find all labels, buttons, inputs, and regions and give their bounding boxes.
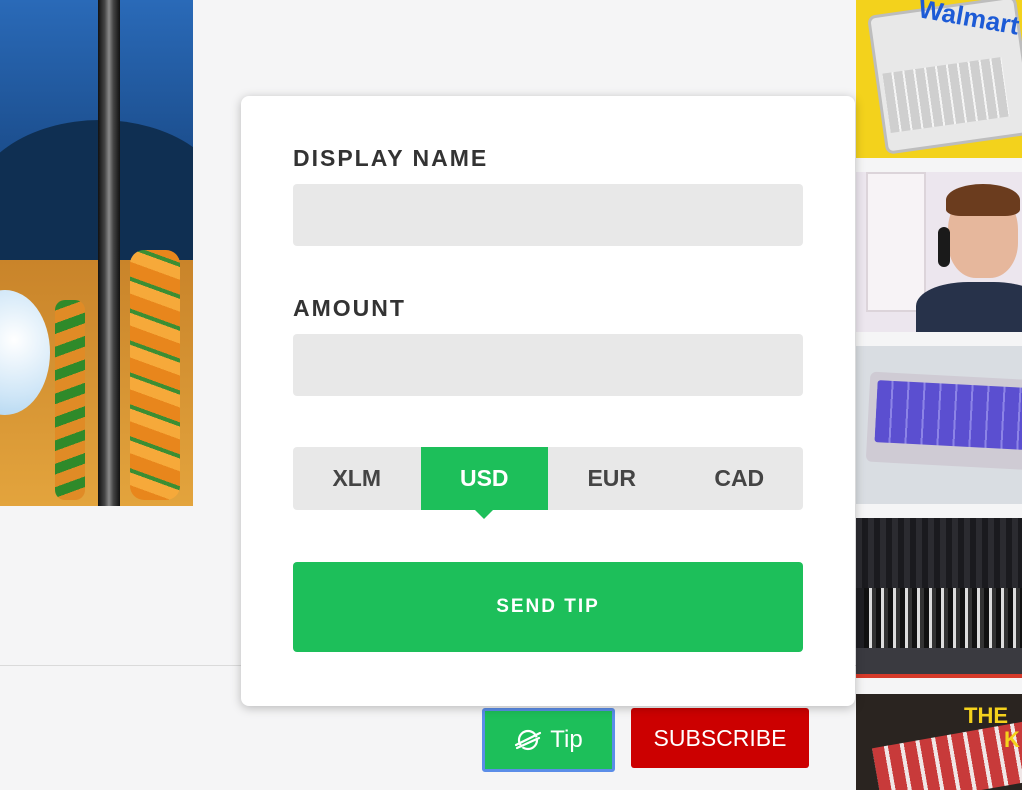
amount-label: AMOUNT <box>293 295 406 321</box>
tip-button[interactable]: Tip <box>482 708 615 772</box>
stellar-icon <box>515 729 542 751</box>
door-image <box>866 172 926 312</box>
recommendations-sidebar: Walmart THE K <box>856 0 1022 790</box>
headset-image <box>938 227 950 267</box>
currency-option-eur[interactable]: EUR <box>548 447 676 510</box>
thumbnail-title-word: THE <box>964 703 1008 728</box>
recommendation-thumbnail[interactable] <box>856 346 1022 504</box>
thumbnail-title-text: THE K <box>964 703 1020 752</box>
amount-input[interactable] <box>293 334 803 396</box>
stage-curtain <box>856 518 1022 588</box>
keyboard-image <box>872 720 1022 790</box>
display-name-input[interactable] <box>293 184 803 246</box>
recommendation-thumbnail[interactable] <box>856 518 1022 678</box>
video-pole <box>98 0 120 506</box>
tip-popover: DISPLAY NAME AMOUNT XLM USD EUR CAD SEND… <box>241 96 855 706</box>
tip-button-label: Tip <box>550 726 583 753</box>
video-plant <box>130 250 180 500</box>
person-shirt <box>916 282 1022 332</box>
stage-floor <box>856 648 1022 678</box>
currency-option-usd[interactable]: USD <box>420 447 548 519</box>
recommendation-thumbnail[interactable] <box>856 172 1022 332</box>
currency-selector: XLM USD EUR CAD <box>293 447 804 519</box>
subscribe-button[interactable]: SUBSCRIBE <box>631 708 809 768</box>
keyboard-keys-image <box>874 380 1022 450</box>
video-plant <box>55 300 85 500</box>
subscribe-button-label: SUBSCRIBE <box>653 724 787 751</box>
send-tip-button[interactable]: SEND TIP <box>293 562 803 652</box>
band-crowd <box>864 588 1022 648</box>
display-name-label: DISPLAY NAME <box>293 145 489 171</box>
recommendation-thumbnail[interactable]: Walmart <box>856 0 1022 158</box>
person-hair <box>946 184 1020 216</box>
video-player[interactable] <box>0 0 193 506</box>
currency-option-xlm[interactable]: XLM <box>293 447 421 510</box>
currency-option-cad[interactable]: CAD <box>676 447 804 510</box>
recommendation-thumbnail[interactable]: THE K <box>856 694 1022 790</box>
thumbnail-title-letter: K <box>1004 727 1020 752</box>
